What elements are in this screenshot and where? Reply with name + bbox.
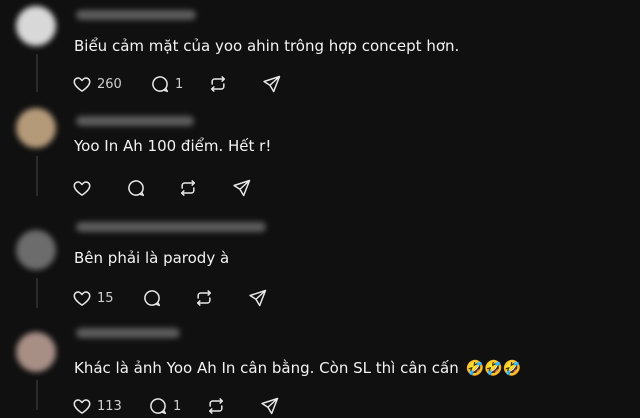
post-text: Yoo In Ah 100 điểm. Hết r! [74,137,272,155]
repost-icon [211,76,225,92]
username-redacted [76,10,196,20]
avatar[interactable] [16,6,56,46]
thread-line [36,54,38,92]
repost-button[interactable] [206,394,260,418]
reply-count: 1 [173,398,182,414]
comment-icon [150,398,167,415]
like-button[interactable]: 260 [72,72,150,96]
post-text: Bên phải là parody à [74,249,230,267]
share-icon [249,289,267,307]
username-redacted [76,222,266,232]
avatar[interactable] [16,332,56,372]
avatar[interactable] [16,230,56,270]
like-button[interactable]: 15 [72,286,142,310]
share-icon [263,75,281,93]
heart-icon [73,291,91,306]
repost-icon [181,180,195,196]
heart-icon [73,77,91,92]
share-button[interactable] [232,176,272,200]
reply-button[interactable] [126,176,178,200]
share-button[interactable] [260,394,300,418]
share-button[interactable] [262,72,302,96]
share-button[interactable] [248,286,288,310]
post-text-body: Khác là ảnh Yoo Ah In cân bằng. Còn SL t… [74,359,459,377]
post: Khác là ảnh Yoo Ah In cân bằng. Còn SL t… [0,316,640,417]
action-bar: 113 1 [72,394,300,418]
post-text: Khác là ảnh Yoo Ah In cân bằng. Còn SL t… [74,358,522,378]
thread-line [36,156,38,196]
repost-button[interactable] [194,286,248,310]
like-count: 260 [97,76,122,92]
repost-button[interactable] [208,72,262,96]
rofl-emoji: 🤣🤣🤣 [465,359,522,377]
heart-icon [73,399,91,414]
like-count: 113 [97,398,122,414]
comment-icon [128,180,145,197]
action-bar: 260 1 [72,72,302,96]
share-icon [233,179,251,197]
comment-icon [144,290,161,307]
post-text: Biểu cảm mặt của yoo ahin trông hợp conc… [74,37,460,55]
action-bar: 15 [72,286,288,310]
post: Biểu cảm mặt của yoo ahin trông hợp conc… [0,0,640,100]
post: Bên phải là parody à 15 [0,204,640,316]
repost-button[interactable] [178,176,232,200]
reply-button[interactable]: 1 [150,72,208,96]
heart-icon [73,181,91,196]
like-button[interactable] [72,176,126,200]
repost-icon [197,290,211,306]
username-redacted [76,328,180,338]
share-icon [261,397,279,415]
comment-icon [152,76,169,93]
like-button[interactable]: 113 [72,394,148,418]
thread-line [36,278,38,308]
action-bar [72,176,272,200]
reply-count: 1 [175,76,184,92]
reply-button[interactable] [142,286,194,310]
reply-button[interactable]: 1 [148,394,206,418]
avatar[interactable] [16,108,56,148]
post: Yoo In Ah 100 điểm. Hết r! [0,100,640,204]
repost-icon [209,398,223,414]
thread-line [36,380,38,410]
username-redacted [76,116,194,126]
like-count: 15 [97,290,114,306]
